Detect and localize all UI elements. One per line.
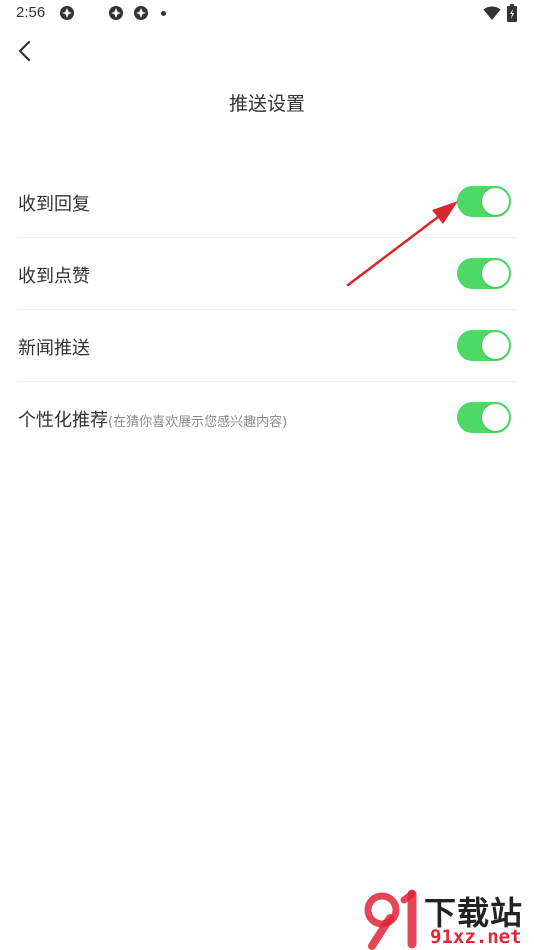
setting-label: 收到点赞 <box>18 266 90 287</box>
settings-list: 收到回复 收到点赞 新闻推送 个性化推荐(在猜你喜欢展示您感兴趣内容) <box>0 166 534 454</box>
setting-hint: (在猜你喜欢展示您感兴趣内容) <box>108 415 288 430</box>
watermark-text-en: 91xz.net <box>430 926 522 948</box>
setting-label: 个性化推荐(在猜你喜欢展示您感兴趣内容) <box>18 410 288 431</box>
like-toggle[interactable] <box>457 258 511 289</box>
annotation-arrow <box>346 201 458 287</box>
chevron-left-icon <box>18 40 31 62</box>
status-time: 2:56 <box>16 4 46 21</box>
page-title: 推送设置 <box>228 93 305 115</box>
setting-row-news: 新闻推送 <box>0 310 534 382</box>
toggle-knob <box>482 404 509 431</box>
status-bar: 2:56 <box>0 0 534 28</box>
watermark-logo <box>364 889 417 950</box>
reply-toggle[interactable] <box>457 186 511 217</box>
toggle-knob <box>482 260 509 287</box>
battery-icon <box>507 4 517 22</box>
watermark: 下载站 91xz.net <box>360 888 534 950</box>
app-icon <box>60 6 74 20</box>
toggle-knob <box>482 188 509 215</box>
wifi-icon <box>483 6 501 20</box>
back-button[interactable] <box>10 36 40 66</box>
personalized-toggle[interactable] <box>457 402 511 433</box>
setting-label: 收到回复 <box>18 194 90 215</box>
setting-row-reply: 收到回复 <box>0 166 534 238</box>
setting-row-like: 收到点赞 <box>0 238 534 310</box>
notification-dot <box>161 11 166 16</box>
toggle-knob <box>482 332 509 359</box>
setting-label: 新闻推送 <box>18 338 90 359</box>
app-icon <box>109 6 123 20</box>
app-icon <box>134 6 148 20</box>
setting-row-personalized: 个性化推荐(在猜你喜欢展示您感兴趣内容) <box>0 382 534 454</box>
news-push-toggle[interactable] <box>457 330 511 361</box>
